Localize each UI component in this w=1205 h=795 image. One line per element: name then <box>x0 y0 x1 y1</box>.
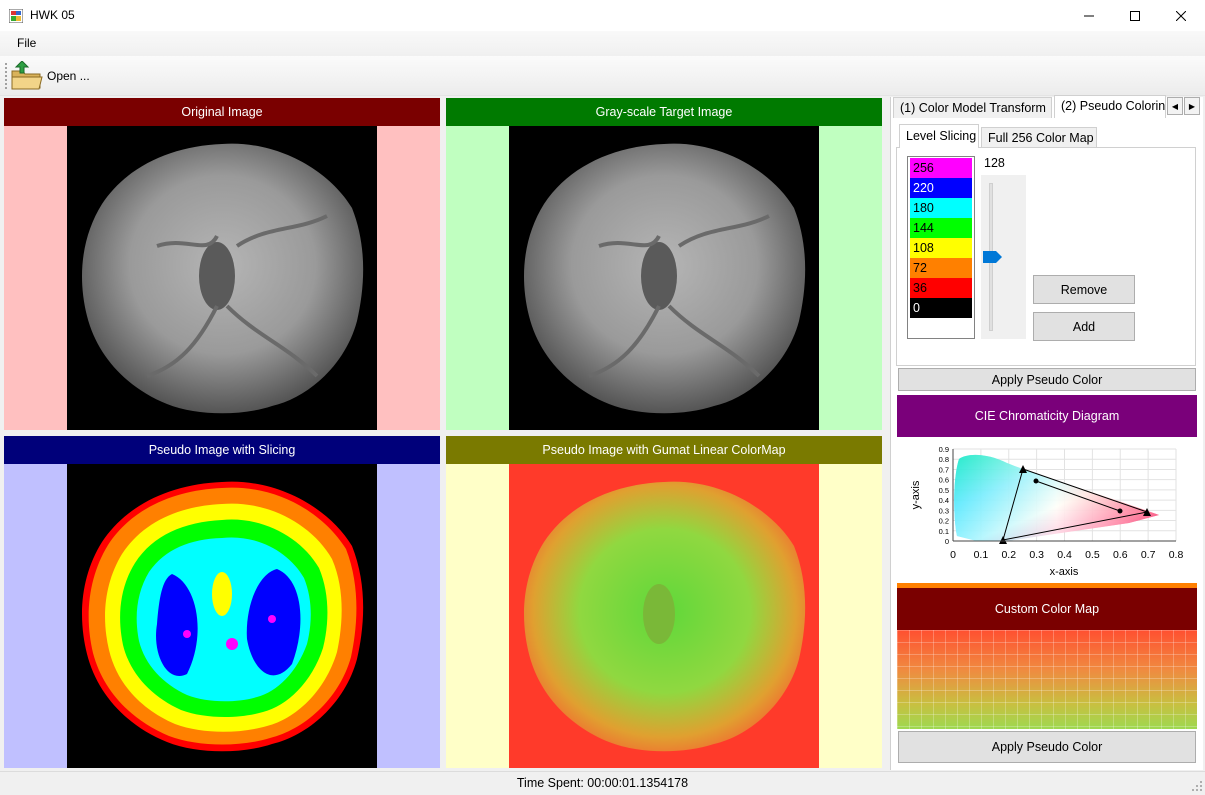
level-slider[interactable] <box>981 175 1026 339</box>
slice-level-item[interactable]: 220 <box>910 178 972 198</box>
maximize-button[interactable] <box>1112 0 1158 31</box>
slice-level-item[interactable]: 256 <box>910 158 972 178</box>
cie-y-tick: 0.2 <box>939 517 949 526</box>
add-button[interactable]: Add <box>1033 312 1135 341</box>
tab-level-slicing[interactable]: Level Slicing <box>899 124 979 148</box>
cie-x-tick: 0.3 <box>1029 549 1044 561</box>
toolbar-grip[interactable] <box>4 62 8 90</box>
cie-x-tick: 0.5 <box>1085 549 1100 561</box>
menu-file[interactable]: File <box>17 36 36 50</box>
gray-image <box>509 126 819 430</box>
slice-level-item[interactable]: 0 <box>910 298 972 318</box>
cie-x-tick: 0.8 <box>1169 549 1184 561</box>
apply-custom-color-button[interactable]: Apply Pseudo Color <box>898 731 1196 763</box>
gumat-image <box>509 464 819 768</box>
cie-x-axis-label: x-axis <box>1050 566 1079 578</box>
cie-diagram: 0 0.1 0.2 0.3 0.4 0.5 0.6 0.7 0.8 00.10.20.30.40… <box>910 445 1183 578</box>
original-image-margin-left <box>4 126 67 430</box>
slice-level-item[interactable]: 180 <box>910 198 972 218</box>
slice-level-list[interactable]: 256 220 180 144 108 72 36 0 <box>907 156 975 339</box>
original-image-panel: Original Image <box>4 98 440 430</box>
tab-color-model-transform[interactable]: (1) Color Model Transform <box>893 97 1052 118</box>
open-button[interactable]: Open ... <box>10 60 94 92</box>
cie-y-tick: 0 <box>945 537 949 546</box>
chevron-left-icon: ◀ <box>1171 101 1179 111</box>
gray-image-panel: Gray-scale Target Image <box>446 98 882 430</box>
slider-value: 128 <box>984 156 1005 170</box>
apply-pseudo-color-button[interactable]: Apply Pseudo Color <box>898 368 1196 391</box>
slice-level-item[interactable]: 144 <box>910 218 972 238</box>
slicing-image-margin-left <box>4 464 67 768</box>
open-folder-icon <box>11 61 43 90</box>
menu-bar <box>0 31 1205 56</box>
gray-image-margin-right <box>819 126 882 430</box>
close-icon <box>1176 10 1186 21</box>
chevron-right-icon: ▶ <box>1188 101 1196 111</box>
gumat-image-panel: Pseudo Image with Gumat Linear ColorMap <box>446 436 882 768</box>
status-time-spent: Time Spent: 00:00:01.1354178 <box>516 776 689 790</box>
maximize-icon <box>1130 10 1140 21</box>
original-image <box>67 126 377 430</box>
cie-y-tick: 0.5 <box>939 486 949 495</box>
cie-y-tick: 0.4 <box>939 496 949 505</box>
minimize-icon <box>1084 15 1094 16</box>
minimize-button[interactable] <box>1066 0 1112 31</box>
cie-x-tick: 0.4 <box>1057 549 1072 561</box>
gray-image-margin-left <box>446 126 509 430</box>
cie-y-tick: 0.1 <box>939 527 949 536</box>
tab-pseudo-coloring[interactable]: (2) Pseudo Coloring <box>1054 95 1166 118</box>
cie-x-tick: 0 <box>950 549 956 561</box>
slice-level-item[interactable]: 72 <box>910 258 972 278</box>
title-bar <box>0 0 1205 31</box>
cie-y-tick-labels: 00.10.2 0.30.40.50.6 0.70.80.9 <box>939 445 949 546</box>
cie-x-tick: 0.2 <box>1001 549 1016 561</box>
cie-y-tick: 0.7 <box>939 465 949 474</box>
toolbar <box>0 56 1205 96</box>
close-button[interactable] <box>1158 0 1204 31</box>
resize-grip-icon[interactable] <box>1191 780 1203 792</box>
slicing-image-margin-right <box>377 464 440 768</box>
slice-level-item[interactable]: 108 <box>910 238 972 258</box>
gumat-image-margin-left <box>446 464 509 768</box>
open-label: Open ... <box>47 69 90 83</box>
remove-button[interactable]: Remove <box>1033 275 1135 304</box>
cie-y-tick: 0.3 <box>939 506 949 515</box>
app-icon <box>9 9 23 23</box>
slicing-image <box>67 464 377 768</box>
cie-x-tick: 0.6 <box>1113 549 1128 561</box>
cie-x-tick: 0.1 <box>974 549 989 561</box>
original-image-header: Original Image <box>4 98 440 126</box>
custom-color-map[interactable] <box>897 630 1197 729</box>
tab-scroll-left-button[interactable]: ◀ <box>1167 97 1183 115</box>
original-image-margin-right <box>377 126 440 430</box>
window-title: HWK 05 <box>30 8 75 22</box>
cie-x-tick-labels: 0 0.1 0.2 0.3 0.4 0.5 0.6 0.7 0.8 <box>950 549 1183 561</box>
cie-header: CIE Chromaticity Diagram <box>897 395 1197 437</box>
cie-y-tick: 0.9 <box>939 445 949 454</box>
cie-x-tick: 0.7 <box>1141 549 1156 561</box>
cie-y-tick: 0.8 <box>939 455 949 464</box>
cie-y-axis-label: y-axis <box>910 480 922 509</box>
gumat-image-margin-right <box>819 464 882 768</box>
gray-image-header: Gray-scale Target Image <box>446 98 882 126</box>
custom-map-grid <box>897 630 1197 729</box>
tab-scroll-right-button[interactable]: ▶ <box>1184 97 1200 115</box>
slider-thumb[interactable] <box>983 250 1003 264</box>
custom-map-header: Custom Color Map <box>897 588 1197 630</box>
tab-full-256-color-map[interactable]: Full 256 Color Map <box>981 127 1097 147</box>
slicing-image-header: Pseudo Image with Slicing <box>4 436 440 464</box>
cie-y-tick: 0.6 <box>939 476 949 485</box>
slicing-image-panel: Pseudo Image with Slicing <box>4 436 440 768</box>
gumat-image-header: Pseudo Image with Gumat Linear ColorMap <box>446 436 882 464</box>
slice-level-item[interactable]: 36 <box>910 278 972 298</box>
